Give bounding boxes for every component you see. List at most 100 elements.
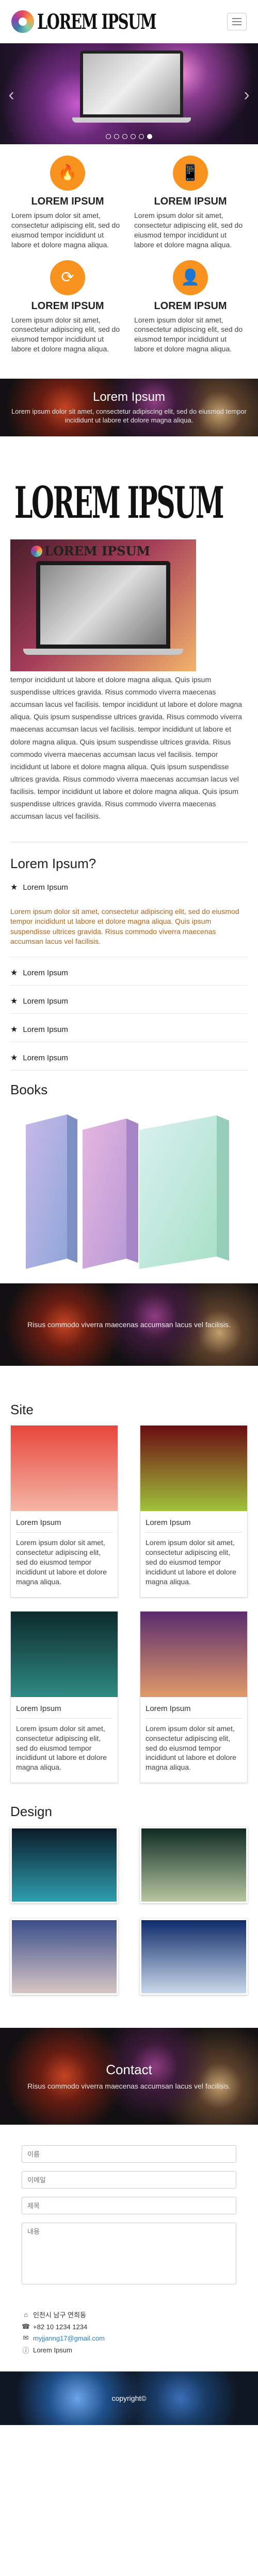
site-card[interactable]: Lorem Ipsum Lorem ipsum dolor sit amet, c…: [140, 1425, 248, 1598]
star-icon: ★: [10, 997, 18, 1006]
banner-title: Lorem Ipsum: [92, 390, 166, 404]
quote-banner-text: Risus commodo viverra maecenas accumsan …: [27, 1320, 231, 1329]
feature-card: 📱 LOREM IPSUM Lorem ipsum dolor sit amet, …: [134, 156, 247, 260]
email-input[interactable]: [22, 2171, 236, 2189]
contact-info-row: ☎ +82 10 1234 1234: [22, 2323, 236, 2331]
laptop-image: [72, 50, 191, 128]
faq-title: Lorem Ipsum?: [10, 856, 96, 872]
faq-answer: Lorem ipsum dolor sit amet, consectetur …: [10, 900, 248, 958]
star-icon: ★: [10, 1025, 18, 1035]
faq-section: Lorem Ipsum? ★ Lorem Ipsum Lorem ipsum d…: [0, 852, 258, 1076]
mobile-icon: 📱: [173, 156, 208, 191]
message-textarea[interactable]: [22, 2223, 236, 2285]
image-brand: LOREM IPSUM: [31, 544, 150, 558]
design-card[interactable]: [10, 1919, 118, 1995]
info-icon: ⓘ: [22, 2347, 29, 2355]
contact-info-text: Lorem Ipsum: [33, 2346, 72, 2354]
email-link[interactable]: myjjanng17@gmail.com: [33, 2334, 105, 2342]
image-brand-text: LOREM IPSUM: [44, 544, 151, 559]
design-title: Design: [10, 1804, 52, 1820]
feature-title: LOREM IPSUM: [31, 196, 104, 207]
phone-icon: ☎: [22, 2323, 30, 2331]
site-title: Site: [10, 1402, 34, 1418]
carousel-prev-icon[interactable]: ‹: [5, 84, 18, 105]
site-card-title: Lorem Ipsum: [146, 1704, 191, 1713]
carousel-dot[interactable]: [131, 134, 136, 139]
contact-info-text: 인천시 남구 연희동: [33, 2311, 86, 2319]
carousel-dot[interactable]: [114, 134, 119, 139]
hamburger-icon-bar: [232, 24, 241, 25]
feature-text: Lorem ipsum dolor sit amet, consectetur …: [11, 211, 120, 249]
feature-title: LOREM IPSUM: [154, 196, 227, 207]
books-section: Books: [0, 1076, 258, 1274]
carousel-dot[interactable]: [147, 134, 152, 139]
faq-item[interactable]: ★ Lorem Ipsum: [10, 879, 248, 900]
contact-title: Contact: [106, 2062, 152, 2078]
carousel-dot[interactable]: [139, 134, 144, 139]
faq-item-label: Lorem Ipsum: [23, 883, 68, 892]
book: [139, 1115, 217, 1269]
hero-carousel: ‹ ›: [0, 43, 258, 144]
divider: [16, 1718, 112, 1719]
site-grid: Lorem Ipsum Lorem ipsum dolor sit amet, c…: [0, 1425, 258, 1784]
design-card[interactable]: [140, 1827, 248, 1904]
feature-title: LOREM IPSUM: [154, 300, 227, 312]
books-title: Books: [10, 1082, 48, 1098]
fire-icon: 🔥: [50, 156, 85, 191]
site-footer: copyright©: [0, 2371, 258, 2426]
site-card-title: Lorem Ipsum: [16, 1518, 61, 1528]
about-brand-name: LOREM IPSUM: [14, 477, 224, 528]
design-card[interactable]: [140, 1919, 248, 1995]
carousel-dot[interactable]: [122, 134, 127, 139]
feature-text: Lorem ipsum dolor sit amet, consectetur …: [11, 315, 120, 353]
refresh-icon: ⟳: [50, 260, 85, 295]
brand-name: LOREM IPSUM: [37, 9, 157, 34]
logo-burst-icon: [11, 10, 34, 33]
about-section: LOREM IPSUM LOREM IPSUM tempor incididun…: [0, 436, 258, 833]
design-card[interactable]: [10, 1827, 118, 1904]
site-card-text: Lorem ipsum dolor sit amet, consectetur …: [146, 1724, 236, 1772]
feature-text: Lorem ipsum dolor sit amet, consectetur …: [134, 211, 243, 249]
features-grid: 🔥 LOREM IPSUM Lorem ipsum dolor sit amet, …: [0, 144, 258, 369]
user-icon: 👤: [173, 260, 208, 295]
site-thumbnail: [140, 1426, 247, 1512]
name-input[interactable]: [22, 2145, 236, 2163]
site-card[interactable]: Lorem Ipsum Lorem ipsum dolor sit amet, c…: [10, 1425, 118, 1598]
about-text: tempor incididunt ut labore et dolore ma…: [10, 675, 243, 820]
home-icon: ⌂: [24, 2311, 28, 2319]
design-grid: [0, 1827, 258, 1995]
contact-info: ⌂ 인천시 남구 연희동 ☎ +82 10 1234 1234 ✉ myjjanng17@…: [0, 2299, 258, 2371]
mail-icon: ✉: [23, 2334, 29, 2342]
banner-text: Lorem ipsum dolor sit amet, consectetur …: [11, 408, 247, 425]
site-thumbnail: [140, 1611, 247, 1697]
contact-banner: Contact Risus commodo viverra maecenas a…: [0, 2028, 258, 2125]
contact-info-row: ⌂ 인천시 남구 연희동: [22, 2310, 236, 2319]
carousel-indicators: [0, 134, 258, 139]
quote-banner: Risus commodo viverra maecenas accumsan …: [0, 1283, 258, 1366]
site-card-text: Lorem ipsum dolor sit amet, consectetur …: [146, 1538, 236, 1586]
faq-item[interactable]: ★ Lorem Ipsum: [10, 1021, 248, 1043]
carousel-next-icon[interactable]: ›: [240, 84, 253, 105]
faq-item-label: Lorem Ipsum: [23, 1053, 68, 1062]
faq-item[interactable]: ★ Lorem Ipsum: [10, 993, 248, 1014]
brand-logo[interactable]: LOREM IPSUM: [11, 10, 202, 34]
feature-card: ⟳ LOREM IPSUM Lorem ipsum dolor sit amet, …: [11, 260, 124, 365]
faq-item[interactable]: ★ Lorem Ipsum: [10, 1049, 248, 1071]
book: [26, 1114, 67, 1269]
faq-item-label: Lorem Ipsum: [23, 1025, 68, 1034]
subject-input[interactable]: [22, 2197, 236, 2215]
about-brand: LOREM IPSUM: [10, 477, 248, 528]
star-icon: ★: [10, 969, 18, 978]
faq-item-label: Lorem Ipsum: [23, 996, 68, 1006]
faq-item[interactable]: ★ Lorem Ipsum: [10, 964, 248, 986]
contact-text: Risus commodo viverra maecenas accumsan …: [27, 2082, 231, 2091]
feature-card: 🔥 LOREM IPSUM Lorem ipsum dolor sit amet, …: [11, 156, 124, 260]
divider: [146, 1718, 242, 1719]
site-card[interactable]: Lorem Ipsum Lorem ipsum dolor sit amet, c…: [10, 1611, 118, 1784]
carousel-dot[interactable]: [106, 134, 111, 139]
site-card-text: Lorem ipsum dolor sit amet, consectetur …: [16, 1724, 107, 1772]
site-thumbnail: [11, 1611, 118, 1697]
site-card[interactable]: Lorem Ipsum Lorem ipsum dolor sit amet, c…: [140, 1611, 248, 1784]
feature-text: Lorem ipsum dolor sit amet, consectetur …: [134, 315, 243, 353]
hamburger-menu-button[interactable]: [227, 13, 247, 30]
